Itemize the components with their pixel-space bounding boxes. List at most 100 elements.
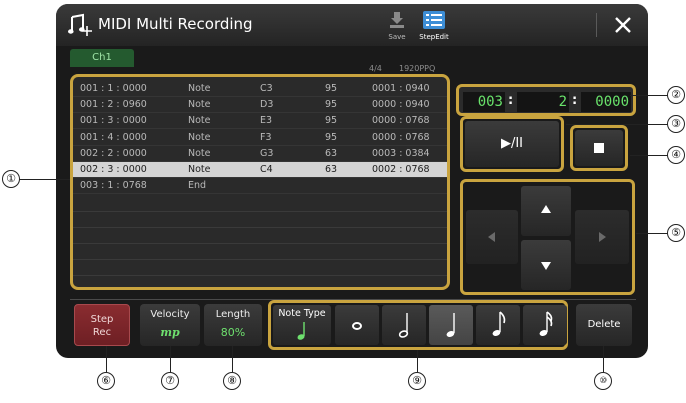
resolution: 1920PPQ xyxy=(399,64,436,73)
title-divider xyxy=(596,13,597,37)
cursor-up-button[interactable] xyxy=(521,186,571,236)
arrow-left-icon xyxy=(488,232,495,242)
event-row-selected[interactable]: 002 : 3 : 0000 Note C4 63 0002 : 0768 xyxy=(73,162,447,178)
step-rec-line2: Rec xyxy=(92,327,112,338)
note-sixteenth-button[interactable] xyxy=(523,305,567,345)
event-note: C3 xyxy=(260,83,273,94)
event-note: C4 xyxy=(260,164,273,175)
callout-5: ⑤ xyxy=(667,224,685,242)
event-row[interactable]: 001 : 3 : 0000 Note E3 95 0000 : 0768 xyxy=(73,113,447,130)
event-type: Note xyxy=(188,115,211,127)
quarter-note-icon xyxy=(446,313,455,337)
window-title: MIDI Multi Recording xyxy=(98,15,253,33)
callout-6: ⑥ xyxy=(97,372,115,390)
arrow-up-icon xyxy=(541,205,551,213)
clock-field[interactable]: 0000 xyxy=(581,92,631,112)
empty-row-divider xyxy=(73,259,447,261)
event-type: Note xyxy=(188,131,211,143)
callout-leader xyxy=(106,346,107,372)
event-row[interactable]: 003 : 1 : 0768 End xyxy=(73,178,447,195)
event-velocity: 95 xyxy=(325,131,338,143)
event-row[interactable]: 001 : 1 : 0000 Note C3 95 0001 : 0940 xyxy=(73,81,447,97)
music-notes-icon xyxy=(68,13,92,36)
beat-field[interactable]: 2 xyxy=(517,92,569,112)
event-row[interactable]: 001 : 4 : 0000 Note F3 95 0000 : 0768 xyxy=(73,130,447,146)
step-rec-line1: Step xyxy=(90,314,114,325)
event-velocity: 95 xyxy=(325,83,338,94)
save-button[interactable]: Save xyxy=(378,9,416,43)
event-type: Note xyxy=(188,99,211,111)
event-type: Note xyxy=(188,83,211,94)
stop-button[interactable] xyxy=(575,130,623,166)
delete-button[interactable]: Delete xyxy=(576,304,632,346)
measure-field[interactable]: 003 xyxy=(463,92,505,112)
callout-leader xyxy=(636,233,668,234)
note-type-selector: Note Type xyxy=(268,300,568,350)
sixteenth-note-icon xyxy=(539,311,553,336)
event-position: 001 : 3 : 0000 xyxy=(80,115,147,127)
step-rec-button[interactable]: Step Rec xyxy=(74,304,130,346)
note-half-button[interactable] xyxy=(382,305,426,345)
event-velocity: 63 xyxy=(325,147,338,159)
event-note: E3 xyxy=(260,115,273,127)
cursor-down-button[interactable] xyxy=(521,240,571,290)
callout-leader xyxy=(232,346,233,372)
length-button[interactable]: Length 80% xyxy=(204,304,262,346)
event-list[interactable]: 001 : 1 : 0000 Note C3 95 0001 : 0940 001 : 2… xyxy=(70,74,450,290)
callout-9: ⑨ xyxy=(408,372,426,390)
step-edit-screen: MIDI Multi Recording Save StepEdit Ch1 4… xyxy=(56,4,648,358)
event-gate-time: 0000 : 0768 xyxy=(372,115,430,127)
event-position: 001 : 2 : 0960 xyxy=(80,99,147,111)
empty-row-divider xyxy=(73,243,447,244)
cursor-pad xyxy=(460,179,635,295)
callout-leader xyxy=(603,346,604,372)
event-position: 001 : 1 : 0000 xyxy=(80,83,147,94)
callout-10: ⑩ xyxy=(594,372,612,390)
stepedit-button[interactable]: StepEdit xyxy=(415,9,453,43)
callout-1: ① xyxy=(2,170,20,188)
event-row[interactable]: 002 : 2 : 0000 Note G3 63 0003 : 0384 xyxy=(73,146,447,162)
note-eighth-button[interactable] xyxy=(476,305,520,345)
quarter-note-icon xyxy=(297,322,305,340)
note-whole-button[interactable] xyxy=(335,305,379,345)
event-position: 002 : 2 : 0000 xyxy=(80,147,147,159)
empty-row-divider xyxy=(73,275,447,277)
event-type: Note xyxy=(188,164,211,175)
callout-leader xyxy=(566,124,668,125)
play-pause-button[interactable]: ▶/II xyxy=(465,121,559,167)
event-note: G3 xyxy=(260,147,274,159)
velocity-button[interactable]: Velocity mp xyxy=(140,304,200,346)
note-quarter-button[interactable] xyxy=(429,305,473,345)
play-pause-icon: ▶/II xyxy=(500,136,524,151)
cursor-left-button[interactable] xyxy=(466,210,518,264)
whole-note-icon xyxy=(352,322,362,330)
stepedit-label: StepEdit xyxy=(419,33,449,41)
event-gate-time: 0003 : 0384 xyxy=(372,147,430,159)
eighth-note-icon xyxy=(492,311,506,336)
event-velocity: 95 xyxy=(325,115,338,127)
callout-leader xyxy=(170,346,171,372)
note-type-button[interactable]: Note Type xyxy=(273,305,331,345)
cursor-right-button[interactable] xyxy=(575,210,629,264)
channel-tab[interactable]: Ch1 xyxy=(70,49,134,67)
event-gate-time: 0001 : 0940 xyxy=(372,83,430,94)
callout-leader xyxy=(18,179,70,180)
arrow-down-icon xyxy=(541,262,551,270)
event-type: End xyxy=(188,180,207,192)
length-value: 80% xyxy=(220,326,246,339)
event-velocity: 95 xyxy=(325,99,338,111)
callout-leader xyxy=(630,155,668,156)
stop-icon xyxy=(594,143,604,153)
event-gate-time: 0000 : 0940 xyxy=(372,99,430,111)
close-button[interactable] xyxy=(606,10,640,40)
position-separator: : xyxy=(508,93,514,108)
event-note: D3 xyxy=(260,99,274,111)
event-row[interactable]: 001 : 2 : 0960 Note D3 95 0000 : 0940 xyxy=(73,97,447,114)
event-type: Note xyxy=(188,147,211,159)
event-gate-time: 0000 : 0768 xyxy=(372,131,430,143)
time-signature: 4/4 xyxy=(369,64,382,73)
title-bar: MIDI Multi Recording Save StepEdit xyxy=(56,4,648,46)
position-separator: : xyxy=(572,93,578,108)
stop-frame xyxy=(570,125,628,171)
position-display: 003 : 2 : 0000 xyxy=(456,84,636,116)
